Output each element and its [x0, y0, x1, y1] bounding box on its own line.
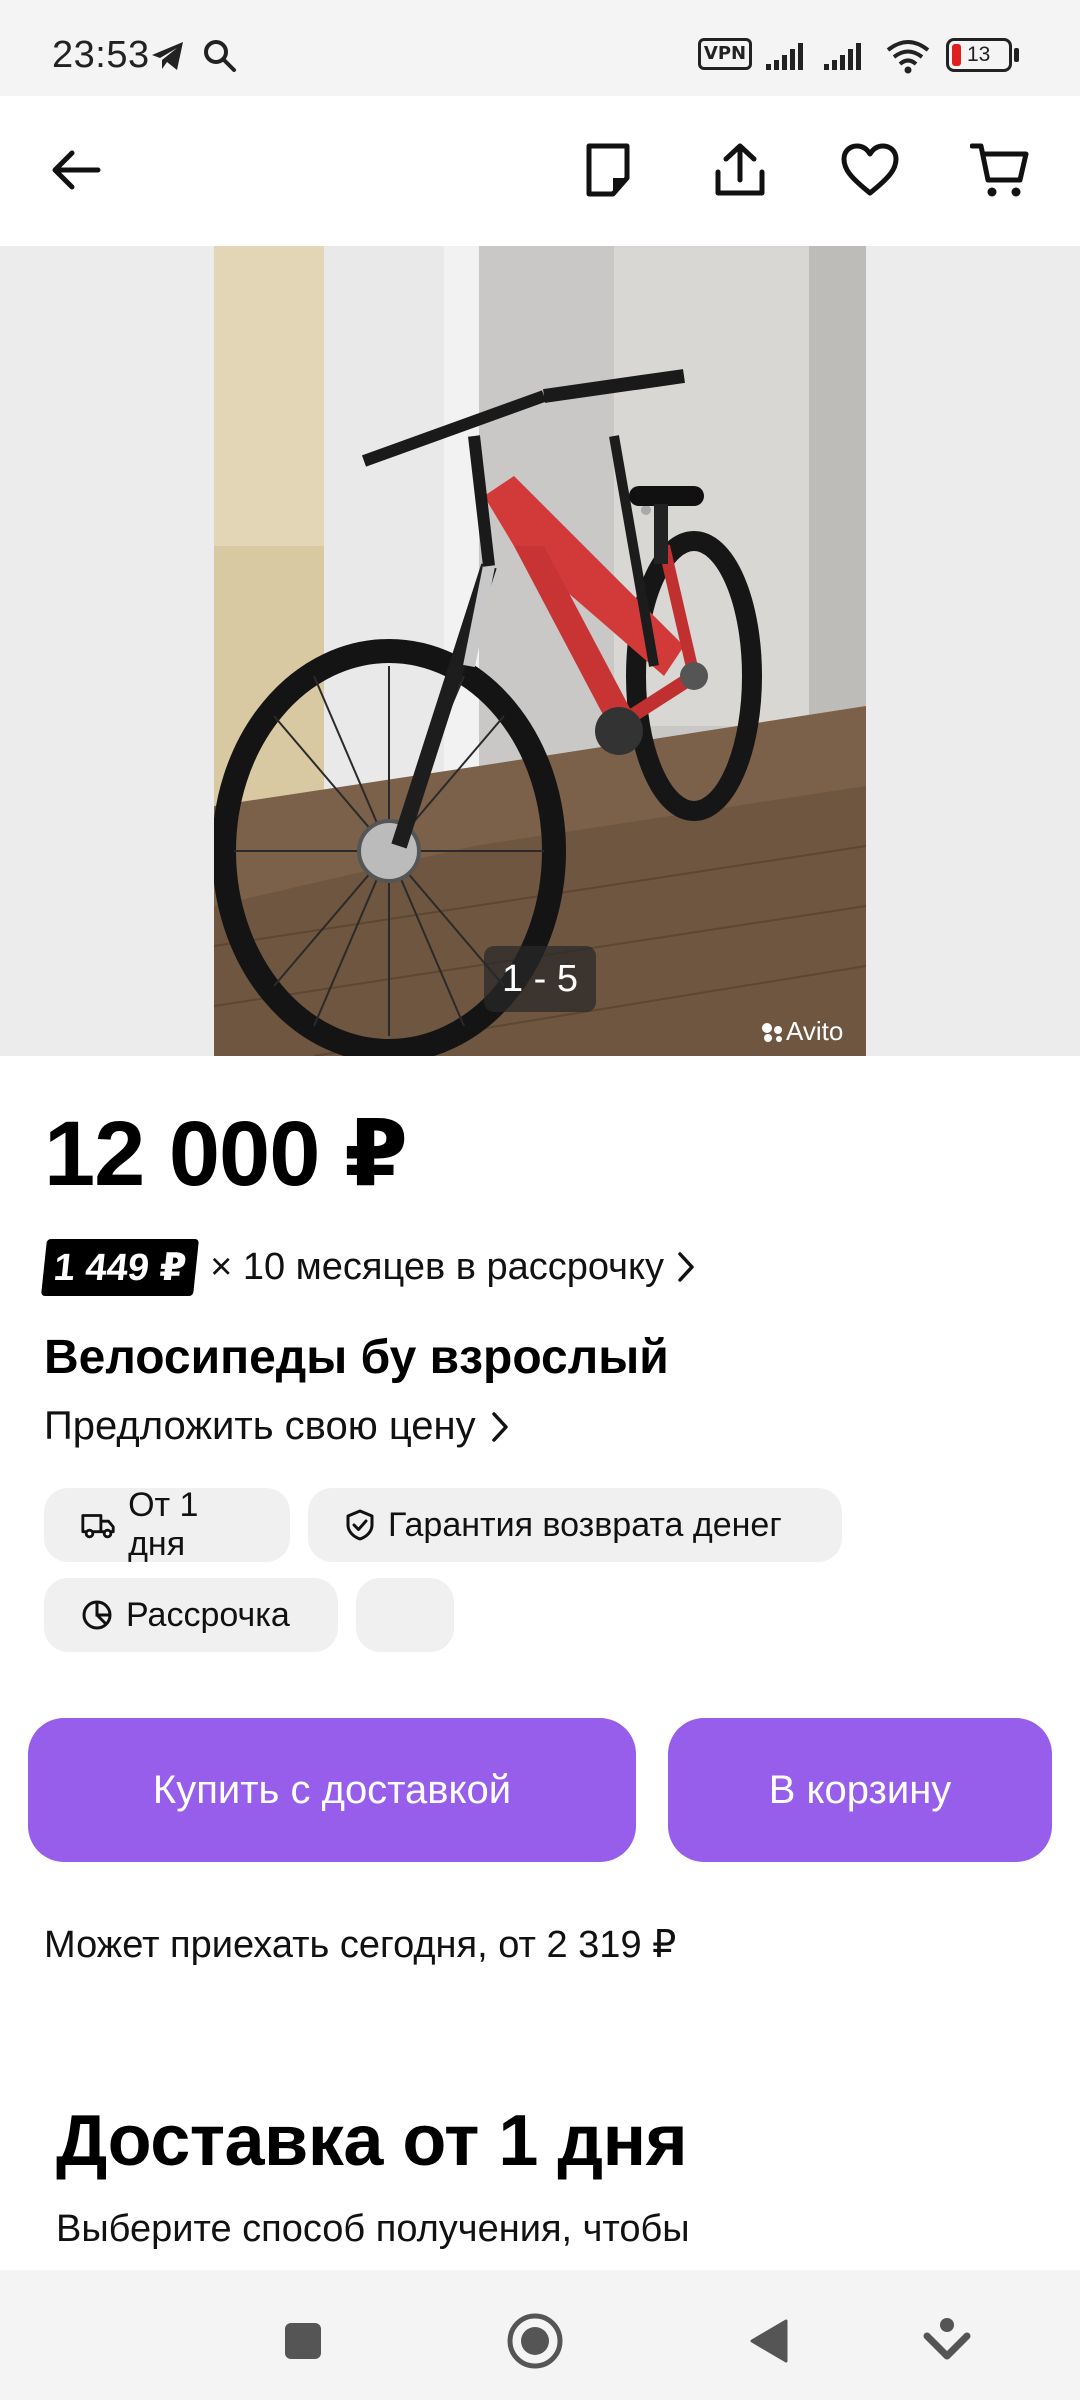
watermark-text: Avito [786, 1016, 844, 1046]
top-toolbar [0, 96, 1080, 246]
price: 12 000 ₽ [44, 1103, 408, 1205]
search-icon [202, 38, 238, 79]
installment-row[interactable]: 1 449 ₽ × 10 месяцев в рассрочку [41, 1236, 696, 1298]
note-icon [586, 143, 630, 197]
delivery-subtext: Выберите способ получения, чтобы [56, 2208, 690, 2250]
photo-gallery[interactable]: 1 - 5 Avito [0, 246, 1080, 1056]
recent-apps-button[interactable] [268, 2306, 338, 2376]
chip-money-back[interactable]: Гарантия возврата денег [308, 1488, 842, 1562]
back-button[interactable] [36, 130, 116, 210]
chip-installment[interactable]: Рассрочка [44, 1578, 338, 1652]
arrival-note: Может приехать сегодня, от 2 319 ₽ [44, 1924, 677, 1966]
add-to-cart-button[interactable]: В корзину [668, 1718, 1052, 1862]
avito-logo-icon [762, 1022, 782, 1042]
share-icon [715, 143, 765, 196]
shield-check-icon [346, 1509, 374, 1541]
signal-icon [764, 40, 812, 77]
share-button[interactable] [700, 130, 780, 210]
chevron-right-icon [491, 1411, 508, 1442]
back-arrow-icon [52, 150, 101, 190]
home-circle-icon [507, 2313, 563, 2369]
wifi-icon [884, 38, 932, 79]
cart-button[interactable] [960, 130, 1040, 210]
chip-label: От 1 дня [128, 1486, 199, 1563]
back-nav-button[interactable] [734, 2306, 804, 2376]
home-button[interactable] [500, 2306, 570, 2376]
avito-watermark: Avito [760, 1016, 843, 1047]
heart-icon [841, 143, 899, 196]
chip-label: Гарантия возврата денег [388, 1505, 782, 1544]
offer-price-label: Предложить свою цену [44, 1404, 476, 1448]
chip-placeholder[interactable] [356, 1578, 454, 1652]
truck-icon [81, 1514, 115, 1539]
chip-label: Рассрочка [126, 1595, 290, 1634]
cart-icon [970, 143, 1029, 197]
battery-icon: 13 [946, 38, 1012, 72]
chip-delivery-time[interactable]: От 1 дня [44, 1486, 290, 1563]
listing-title: Велосипеды бу взрослый [44, 1331, 669, 1384]
hide-keyboard-button[interactable] [912, 2306, 982, 2376]
battery-level: 13 [967, 43, 991, 66]
delivery-heading: Доставка от 1 дня [56, 2101, 688, 2181]
system-nav-bar [0, 2270, 1080, 2400]
vpn-icon: VPN [698, 38, 752, 70]
installment-text: × 10 месяцев в рассрочку [210, 1245, 665, 1288]
favorite-button[interactable] [830, 130, 910, 210]
status-bar: 23:53 VPN 13 [0, 0, 1080, 96]
buy-with-delivery-button[interactable]: Купить с доставкой [28, 1718, 636, 1862]
bicycle-photo[interactable] [214, 246, 866, 1056]
photo-counter: 1 - 5 [484, 946, 596, 1012]
square-icon [285, 2323, 321, 2359]
back-triangle-icon [750, 2319, 788, 2363]
status-time: 23:53 [52, 34, 150, 76]
pie-chart-icon [82, 1600, 112, 1630]
offer-price-link[interactable]: Предложить свою цену [44, 1404, 510, 1449]
chevron-down-icon [923, 2318, 971, 2360]
installment-amount: 1 449 ₽ [41, 1238, 200, 1296]
telegram-icon [150, 40, 186, 77]
signal-icon [822, 40, 870, 77]
chevron-right-icon [678, 1252, 694, 1282]
note-button[interactable] [568, 130, 648, 210]
